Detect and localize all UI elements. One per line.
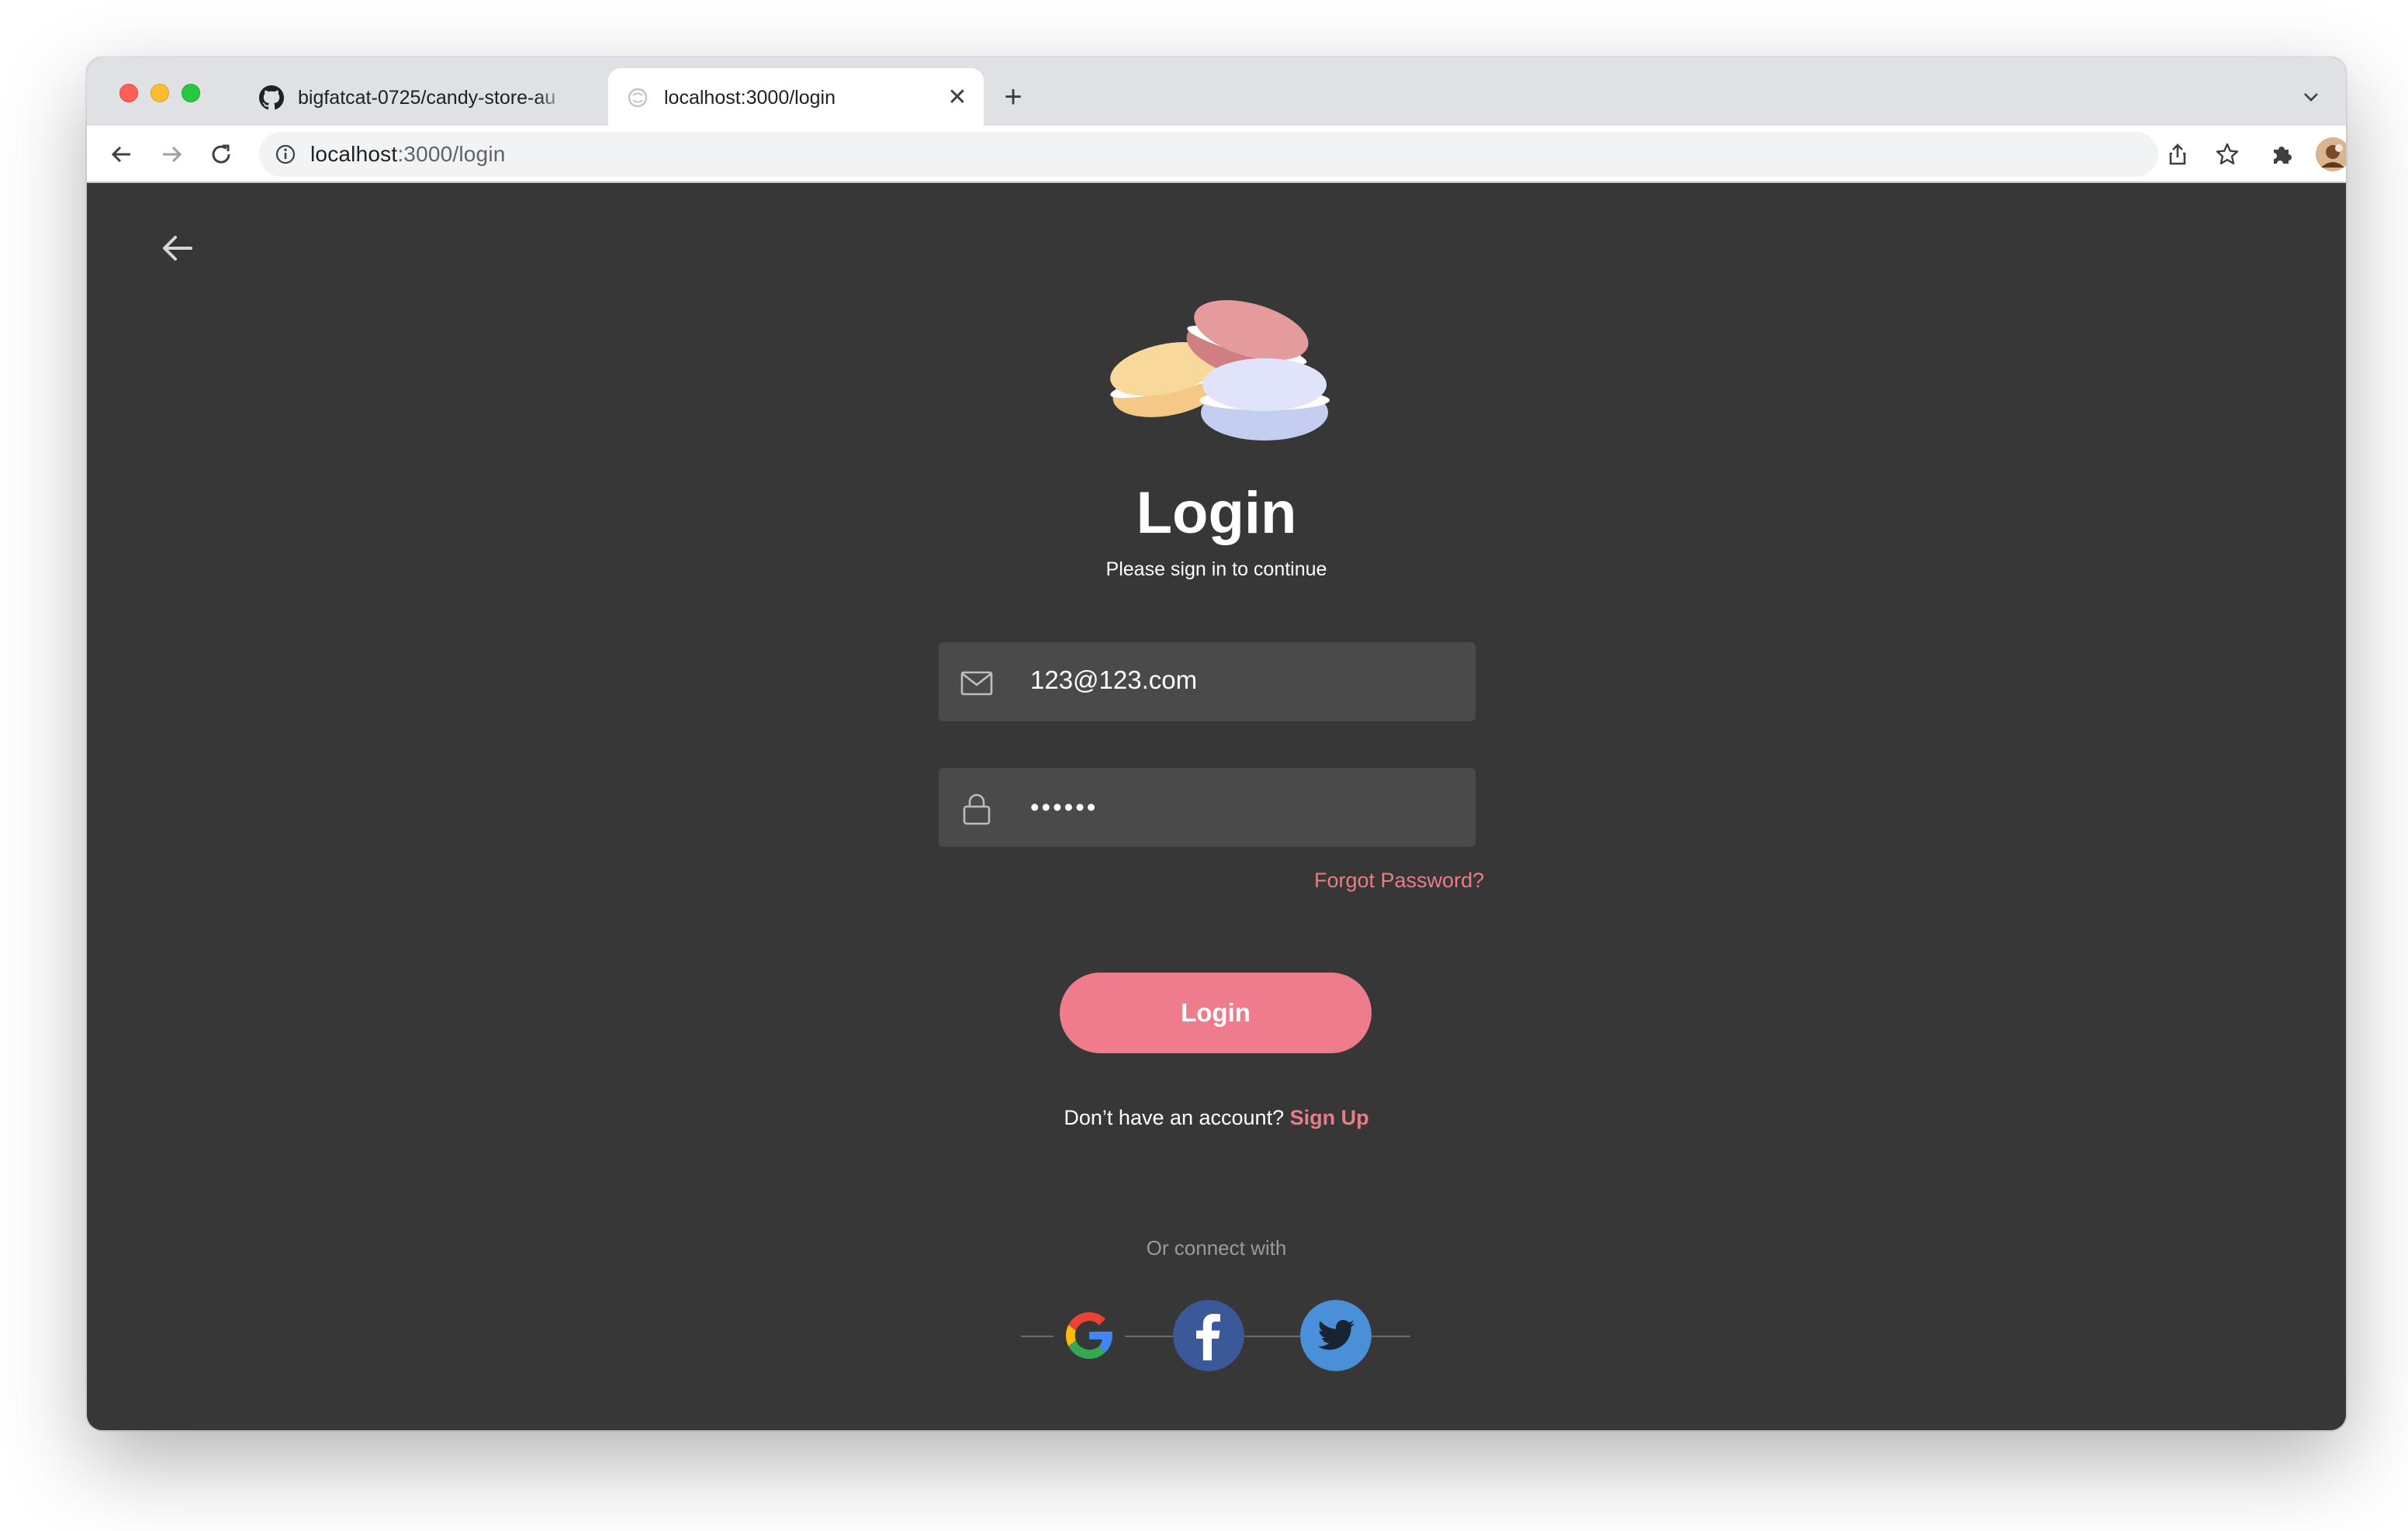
connect-with-label: Or connect with xyxy=(1146,1236,1287,1260)
macaron-logo xyxy=(1110,300,1330,441)
tab-login[interactable]: localhost:3000/login ✕ xyxy=(608,68,984,126)
new-tab-button[interactable]: + xyxy=(998,81,1029,113)
address-bar[interactable]: localhost:3000/login xyxy=(259,132,2158,177)
no-account-text: Don’t have an account? xyxy=(1064,1106,1285,1129)
page-subtitle: Please sign in to continue xyxy=(1105,558,1327,580)
facebook-icon[interactable] xyxy=(1173,1300,1244,1371)
minimize-window-button[interactable] xyxy=(150,84,169,102)
extensions-icon[interactable] xyxy=(2267,140,2296,169)
close-window-button[interactable] xyxy=(119,84,138,102)
forward-icon[interactable] xyxy=(157,140,186,169)
login-page: Login Please sign in to continue 123@123… xyxy=(87,183,2346,1430)
mail-icon xyxy=(960,671,993,696)
back-icon[interactable] xyxy=(107,140,137,169)
browser-toolbar: localhost:3000/login xyxy=(87,126,2346,183)
lock-icon xyxy=(963,793,991,825)
login-button[interactable]: Login xyxy=(1060,973,1372,1053)
back-arrow-icon[interactable] xyxy=(157,228,197,268)
share-icon[interactable] xyxy=(2163,140,2192,169)
info-icon[interactable] xyxy=(275,143,296,165)
tab-title: localhost:3000/login xyxy=(664,87,836,109)
url-text: localhost:3000/login xyxy=(310,142,506,166)
reload-icon[interactable] xyxy=(206,140,236,169)
globe-icon xyxy=(628,88,648,108)
tab-strip: bigfatcat-0725/candy-store-au ✕ localhos… xyxy=(87,57,2346,126)
page-title: Login xyxy=(1136,480,1297,546)
tab-title: bigfatcat-0725/candy-store-au xyxy=(298,87,556,109)
signup-link[interactable]: Sign Up xyxy=(1290,1106,1369,1129)
email-field[interactable]: 123@123.com xyxy=(939,642,1476,721)
google-icon[interactable] xyxy=(1054,1300,1125,1371)
maximize-window-button[interactable] xyxy=(182,84,200,102)
password-field[interactable]: •••••• xyxy=(939,768,1476,847)
chevron-down-icon[interactable] xyxy=(2299,85,2323,109)
forgot-password-link[interactable]: Forgot Password? xyxy=(1314,869,1484,893)
password-value: •••••• xyxy=(1030,793,1098,821)
browser-window: bigfatcat-0725/candy-store-au ✕ localhos… xyxy=(87,57,2346,1430)
close-tab-icon[interactable]: ✕ xyxy=(945,85,970,110)
twitter-icon[interactable] xyxy=(1300,1300,1372,1371)
bookmark-star-icon[interactable] xyxy=(2213,140,2242,169)
avatar[interactable] xyxy=(2315,137,2346,172)
github-icon xyxy=(259,85,284,110)
signup-prompt: Don’t have an account? Sign Up xyxy=(87,1106,2346,1130)
email-value: 123@123.com xyxy=(1030,665,1198,694)
